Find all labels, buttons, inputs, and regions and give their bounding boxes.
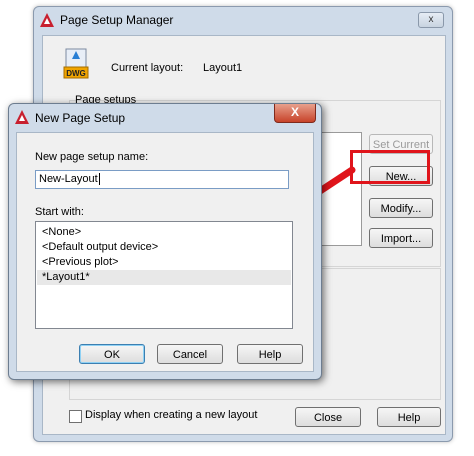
start-item-layout1[interactable]: *Layout1* (37, 270, 291, 285)
close-button[interactable]: Close (295, 407, 361, 427)
autocad-logo-icon (15, 110, 29, 124)
text-caret (98, 173, 100, 186)
dialog-help-button[interactable]: Help (237, 344, 303, 364)
svg-text:DWG: DWG (66, 69, 86, 78)
modify-button[interactable]: Modify... (369, 198, 433, 218)
manager-help-button[interactable]: Help (377, 407, 441, 427)
dialog-close-icon[interactable]: X (274, 104, 316, 123)
new-button-highlight (350, 150, 430, 184)
manager-close-icon[interactable]: x (418, 12, 444, 28)
display-new-layout-checkbox[interactable] (69, 410, 82, 423)
autocad-logo-icon (40, 13, 54, 27)
dialog-body: New page setup name: New-Layout Start wi… (16, 132, 314, 372)
ok-button[interactable]: OK (79, 344, 145, 364)
current-layout-label: Current layout: (111, 62, 184, 74)
new-page-setup-dialog: New Page Setup X New page setup name: Ne… (8, 103, 322, 380)
import-button[interactable]: Import... (369, 228, 433, 248)
dwg-file-icon: DWG (63, 48, 89, 79)
display-new-layout-label: Display when creating a new layout (85, 409, 258, 421)
setup-name-input[interactable]: New-Layout (35, 170, 289, 189)
start-item-default-output[interactable]: <Default output device> (42, 240, 158, 255)
dialog-title: New Page Setup (35, 111, 126, 125)
start-with-label: Start with: (35, 206, 84, 218)
setup-name-label: New page setup name: (35, 151, 149, 163)
setup-name-value: New-Layout (39, 173, 98, 185)
start-item-none[interactable]: <None> (42, 225, 81, 240)
manager-title: Page Setup Manager (60, 13, 174, 27)
manager-title-bar[interactable]: Page Setup Manager x (34, 7, 452, 33)
cancel-button[interactable]: Cancel (157, 344, 223, 364)
start-with-list[interactable]: <None> <Default output device> <Previous… (35, 221, 293, 329)
start-item-previous-plot[interactable]: <Previous plot> (42, 255, 118, 270)
current-layout-value: Layout1 (203, 62, 243, 74)
